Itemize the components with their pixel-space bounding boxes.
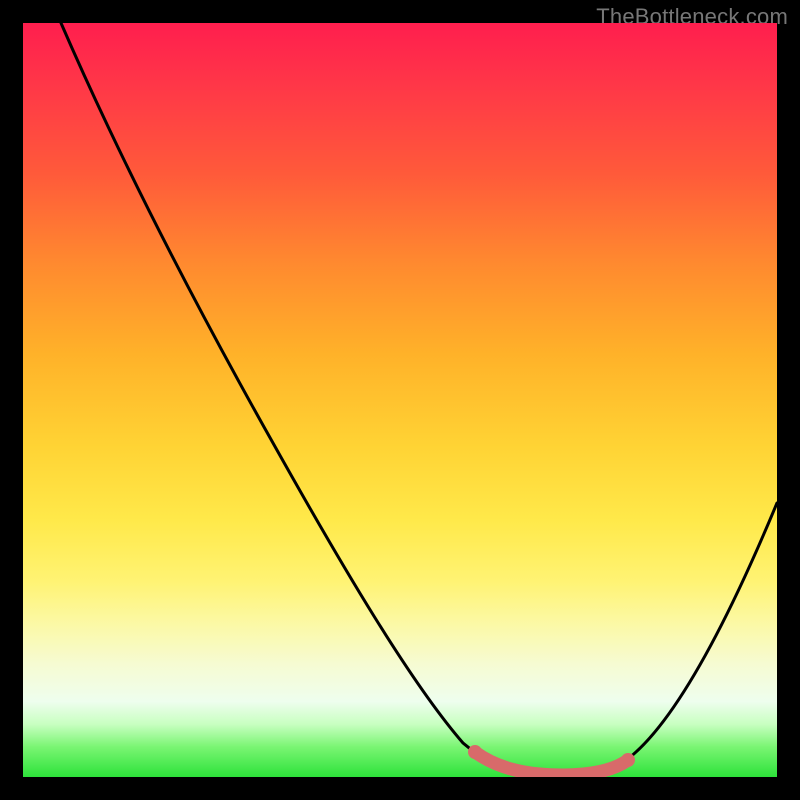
plot-area (23, 23, 777, 777)
curve-layer (23, 23, 777, 777)
bottleneck-curve-path (61, 23, 777, 775)
chart-stage: TheBottleneck.com (0, 0, 800, 800)
highlight-dot-left (468, 745, 482, 759)
highlight-dot-right (621, 753, 635, 767)
optimal-range-highlight (475, 752, 628, 775)
